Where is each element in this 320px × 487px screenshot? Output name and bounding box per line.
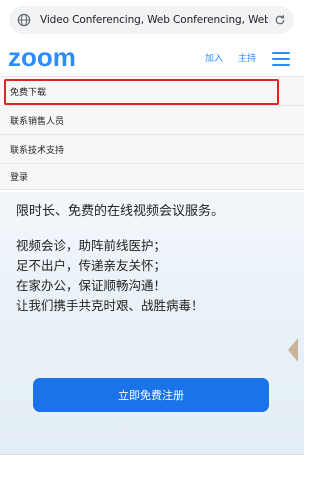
browser-toolbar: Video Conferencing, Web Conferencing, We… bbox=[0, 0, 304, 40]
site-header: zoom 加入 主持 bbox=[0, 40, 304, 76]
hero-line: 视频会诊，助阵前线医护； bbox=[16, 238, 167, 253]
menu-item-contact-support[interactable]: 联系技术支持 bbox=[0, 134, 304, 163]
decorative-image-fragment bbox=[288, 338, 298, 362]
menu-item-label: 联系技术支持 bbox=[10, 145, 65, 156]
hero-line: 足不出户，传递亲友关怀； bbox=[16, 258, 167, 273]
hero-text-block: 视频会诊，助阵前线医护； 足不出户，传递亲友关怀； 在家办公，保证顺畅沟通！ 让… bbox=[16, 236, 204, 316]
host-meeting-link[interactable]: 主持 bbox=[238, 51, 256, 64]
hamburger-menu-icon[interactable] bbox=[272, 52, 290, 66]
zoom-logo[interactable]: zoom bbox=[8, 44, 92, 72]
menu-item-sign-in[interactable]: 登录 bbox=[0, 163, 304, 190]
menu-item-contact-sales[interactable]: 联系销售人员 bbox=[0, 105, 304, 134]
free-signup-button[interactable]: 立即免费注册 bbox=[33, 378, 269, 412]
hero-line: 让我们携手共克时艰、战胜病毒！ bbox=[16, 298, 204, 313]
hero-headline: 限时长、免费的在线视频会议服务。 bbox=[16, 204, 225, 219]
hero-line: 在家办公，保证顺畅沟通！ bbox=[16, 278, 167, 293]
url-text[interactable]: Video Conferencing, Web Conferencing, We… bbox=[40, 14, 268, 26]
reload-icon[interactable] bbox=[274, 14, 286, 26]
hero-section: 限时长、免费的在线视频会议服务。 视频会诊，助阵前线医护； 足不出户，传递亲友关… bbox=[0, 192, 304, 454]
logo-text: zoom bbox=[8, 44, 76, 72]
globe-icon bbox=[17, 13, 31, 27]
menu-item-label: 联系销售人员 bbox=[10, 116, 65, 127]
join-meeting-link[interactable]: 加入 bbox=[205, 51, 223, 64]
menu-item-label: 登录 bbox=[10, 173, 29, 183]
address-bar[interactable]: Video Conferencing, Web Conferencing, We… bbox=[9, 6, 294, 34]
browser-bottom-bar bbox=[0, 454, 304, 487]
highlight-annotation bbox=[4, 79, 279, 105]
